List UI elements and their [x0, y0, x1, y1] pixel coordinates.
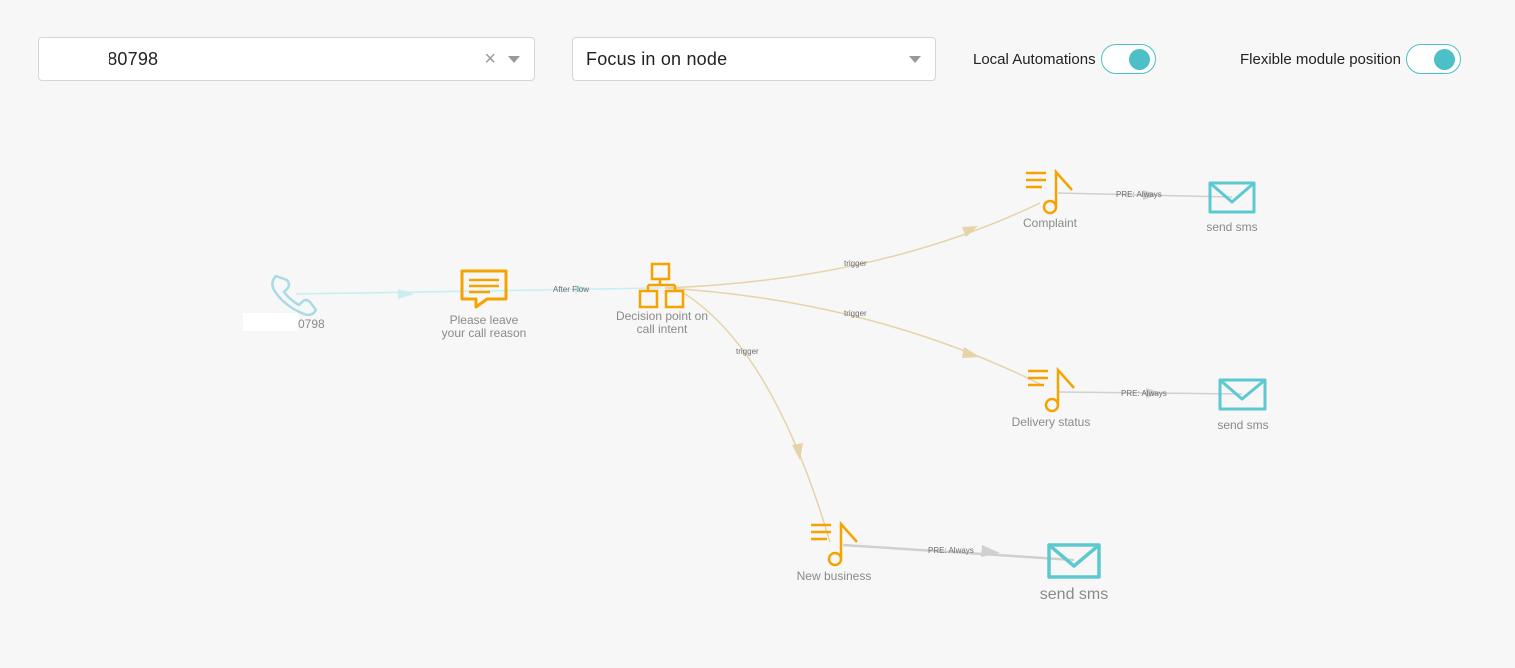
node-sms-3[interactable]: send sms: [1040, 543, 1108, 603]
phone-icon: [271, 274, 318, 317]
node-label: Complaint: [1023, 216, 1078, 230]
node-label: Delivery status: [1012, 415, 1091, 429]
node-label: send sms: [1040, 586, 1108, 603]
node-newbusiness[interactable]: New business: [797, 520, 872, 583]
node-message[interactable]: Please leave your call reason: [442, 269, 527, 340]
envelope-icon: [1208, 181, 1256, 214]
node-label: your call reason: [442, 326, 527, 340]
edge-arrow: [962, 226, 978, 237]
node-sms-2[interactable]: send sms: [1217, 378, 1269, 432]
intent-icon: [1028, 366, 1075, 413]
edge-label-pre: PRE: Always: [1121, 389, 1167, 398]
decision-tree-icon: [638, 262, 685, 309]
node-label: 0798: [298, 317, 325, 331]
edge-label-trigger: trigger: [736, 347, 759, 356]
edge-label-pre: PRE: Always: [928, 546, 974, 555]
edge-arrow: [398, 289, 414, 299]
edge-label-trigger: trigger: [844, 259, 867, 268]
node-phone[interactable]: 0798: [243, 274, 325, 331]
envelope-icon: [1047, 543, 1101, 579]
edge-label-pre: PRE: Always: [1116, 190, 1162, 199]
redacted-area: [243, 313, 298, 331]
node-label: New business: [797, 569, 872, 583]
node-sms-1[interactable]: send sms: [1206, 181, 1258, 234]
node-label: Decision point on: [616, 309, 708, 323]
node-label: send sms: [1217, 418, 1268, 432]
automation-graph[interactable]: After Flow trigger trigger trigger PRE: …: [0, 0, 1515, 668]
speech-bubble-icon: [460, 269, 508, 309]
edge-trigger-complaint: [664, 202, 1041, 289]
node-label: Please leave: [450, 313, 519, 327]
edge-label-after-flow: After Flow: [553, 285, 589, 294]
edges: [295, 190, 1243, 562]
edge-trigger-delivery: [664, 287, 1041, 385]
node-label: call intent: [637, 322, 688, 336]
node-delivery[interactable]: Delivery status: [1012, 366, 1091, 429]
edge-labels: After Flow trigger trigger trigger PRE: …: [553, 190, 1167, 555]
node-complaint[interactable]: Complaint: [1023, 168, 1078, 230]
edge-label-trigger: trigger: [844, 309, 867, 318]
edge-arrow: [962, 347, 980, 358]
edge-trigger-newbusiness: [674, 287, 831, 543]
node-label: send sms: [1206, 220, 1257, 234]
